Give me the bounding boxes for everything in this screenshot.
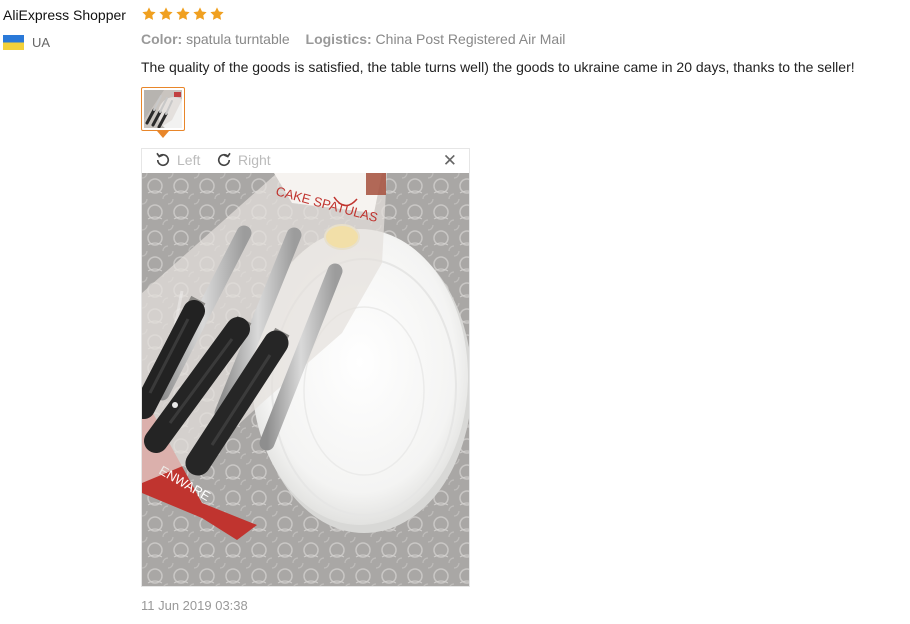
rotate-left-button[interactable]: Left bbox=[154, 151, 200, 169]
color-value: spatula turntable bbox=[186, 31, 290, 47]
review-photo-thumbnail[interactable] bbox=[141, 87, 185, 131]
star-icon bbox=[158, 6, 174, 22]
photo-viewer: Left Right ✕ ENWARE CAKE SPATULAS bbox=[141, 148, 470, 587]
rotate-right-label: Right bbox=[238, 152, 271, 168]
review-timestamp: 11 Jun 2019 03:38 bbox=[141, 598, 248, 613]
review-text: The quality of the goods is satisfied, t… bbox=[141, 59, 855, 75]
close-viewer-button[interactable]: ✕ bbox=[443, 151, 457, 171]
reviewer-country: UA bbox=[3, 35, 50, 50]
logistics-label: Logistics: bbox=[305, 31, 372, 47]
viewer-toolbar: Left Right ✕ bbox=[142, 149, 469, 173]
review-photo: ENWARE CAKE SPATULAS bbox=[142, 173, 469, 586]
ukraine-flag-icon bbox=[3, 35, 24, 50]
star-icon bbox=[141, 6, 157, 22]
order-attributes: Color: spatula turntable Logistics: Chin… bbox=[141, 31, 577, 47]
rotate-left-label: Left bbox=[177, 152, 201, 168]
star-icon bbox=[192, 6, 208, 22]
country-code: UA bbox=[32, 35, 51, 50]
rotate-right-icon bbox=[215, 151, 233, 169]
reviewer-name: AliExpress Shopper bbox=[3, 7, 126, 23]
rotate-left-icon bbox=[154, 151, 172, 169]
thumbnail-selected-caret bbox=[157, 131, 169, 138]
rotate-right-button[interactable]: Right bbox=[215, 151, 271, 169]
rating-stars bbox=[141, 6, 225, 22]
color-label: Color: bbox=[141, 31, 183, 47]
star-icon bbox=[209, 6, 225, 22]
star-icon bbox=[175, 6, 191, 22]
logistics-value: China Post Registered Air Mail bbox=[375, 31, 566, 47]
